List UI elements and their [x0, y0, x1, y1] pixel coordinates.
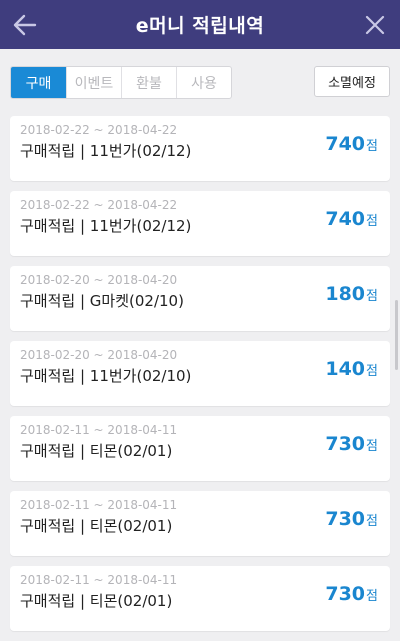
record-period: 2018-02-22 ~ 2018-04-22: [20, 123, 178, 137]
record-points: 740 점: [325, 133, 378, 155]
list-item[interactable]: 2018-02-11 ~ 2018-04-11 구매적립 | 티몬(02/01)…: [10, 491, 390, 556]
points-value: 180: [325, 283, 366, 305]
record-list: 2018-02-22 ~ 2018-04-22 구매적립 | 11번가(02/1…: [10, 116, 390, 641]
tab-purchase[interactable]: 구매: [11, 67, 66, 98]
list-item[interactable]: 2018-02-22 ~ 2018-04-22 구매적립 | 11번가(02/1…: [10, 116, 390, 181]
list-item[interactable]: 2018-02-11 ~ 2018-04-11 구매적립 | 티몬(02/01)…: [10, 416, 390, 481]
tab-event[interactable]: 이벤트: [66, 67, 121, 98]
record-points: 740 점: [325, 208, 378, 230]
points-unit: 점: [366, 589, 378, 604]
points-unit: 점: [366, 139, 378, 154]
record-period: 2018-02-11 ~ 2018-04-11: [20, 498, 178, 512]
points-value: 730: [325, 583, 366, 605]
list-item[interactable]: 2018-02-20 ~ 2018-04-20 구매적립 | G마켓(02/10…: [10, 266, 390, 331]
record-points: 730 점: [325, 433, 378, 455]
record-period: 2018-02-11 ~ 2018-04-11: [20, 573, 178, 587]
filter-bar: 구매 이벤트 환불 사용 소멸예정: [0, 49, 400, 114]
record-points: 730 점: [325, 583, 378, 605]
tab-refund[interactable]: 환불: [121, 67, 176, 98]
points-value: 740: [325, 208, 366, 230]
points-value: 140: [325, 358, 366, 380]
record-description: 구매적립 | G마켓(02/10): [20, 292, 184, 310]
back-arrow-icon[interactable]: [10, 10, 40, 40]
page-title: e머니 적립내역: [135, 15, 265, 37]
close-icon[interactable]: [360, 10, 390, 40]
points-value: 740: [325, 133, 366, 155]
record-points: 140 점: [325, 358, 378, 380]
points-value: 730: [325, 433, 366, 455]
points-unit: 점: [366, 439, 378, 454]
points-unit: 점: [366, 214, 378, 229]
points-unit: 점: [366, 364, 378, 379]
scrollbar[interactable]: [395, 300, 398, 370]
app-header: e머니 적립내역: [0, 0, 400, 49]
record-description: 구매적립 | 11번가(02/12): [20, 142, 192, 160]
points-unit: 점: [366, 289, 378, 304]
points-unit: 점: [366, 514, 378, 529]
record-description: 구매적립 | 티몬(02/01): [20, 592, 173, 610]
list-item[interactable]: 2018-02-20 ~ 2018-04-20 구매적립 | 11번가(02/1…: [10, 341, 390, 406]
record-description: 구매적립 | 11번가(02/10): [20, 367, 192, 385]
record-period: 2018-02-20 ~ 2018-04-20: [20, 348, 178, 362]
points-value: 730: [325, 508, 366, 530]
record-description: 구매적립 | 티몬(02/01): [20, 442, 173, 460]
category-tabs: 구매 이벤트 환불 사용: [10, 66, 232, 99]
list-item[interactable]: 2018-02-11 ~ 2018-04-11 구매적립 | 티몬(02/01)…: [10, 566, 390, 631]
record-description: 구매적립 | 티몬(02/01): [20, 517, 173, 535]
record-points: 180 점: [325, 283, 378, 305]
record-period: 2018-02-20 ~ 2018-04-20: [20, 273, 178, 287]
record-description: 구매적립 | 11번가(02/12): [20, 217, 192, 235]
list-item[interactable]: 2018-02-22 ~ 2018-04-22 구매적립 | 11번가(02/1…: [10, 191, 390, 256]
expire-scheduled-button[interactable]: 소멸예정: [314, 66, 390, 97]
tab-use[interactable]: 사용: [176, 67, 231, 98]
record-period: 2018-02-11 ~ 2018-04-11: [20, 423, 178, 437]
record-points: 730 점: [325, 508, 378, 530]
record-period: 2018-02-22 ~ 2018-04-22: [20, 198, 178, 212]
